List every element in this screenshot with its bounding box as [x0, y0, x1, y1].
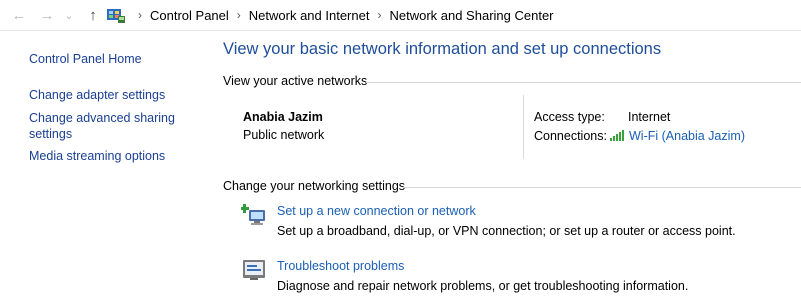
wifi-connection-link[interactable]: Wi-Fi (Anabia Jazim): [629, 129, 745, 143]
breadcrumb-network-and-internet[interactable]: Network and Internet: [249, 8, 370, 23]
access-type-value: Internet: [628, 110, 671, 124]
breadcrumb-separator: ›: [138, 8, 142, 22]
page-title: View your basic network information and …: [223, 40, 662, 58]
up-button[interactable]: ↑: [84, 5, 102, 25]
network-setup-icon: [240, 202, 269, 233]
address-bar-divider: [0, 30, 801, 31]
address-bar: ← → ⌄ ↑ › Control Panel › Network and In…: [0, 0, 801, 30]
forward-arrow-icon: →: [39, 6, 55, 24]
setup-connection-description: Set up a broadband, dial-up, or VPN conn…: [277, 224, 736, 238]
troubleshoot-problems-link[interactable]: Troubleshoot problems: [277, 259, 404, 273]
connections-label: Connections:: [534, 129, 607, 143]
troubleshoot-description: Diagnose and repair network problems, or…: [277, 279, 689, 293]
back-button[interactable]: ←: [10, 5, 28, 25]
access-type-label: Access type:: [534, 110, 605, 124]
networking-settings-heading: Change your networking settings: [223, 179, 406, 193]
sidebar-item-label: settings: [29, 127, 73, 141]
wifi-signal-icon: [609, 128, 626, 147]
breadcrumb-separator: ›: [377, 8, 382, 22]
network-type: Public network: [243, 128, 325, 142]
sidebar-item-control-panel-home[interactable]: Control Panel Home: [29, 51, 142, 67]
sidebar-item-change-advanced-sharing[interactable]: Change advanced sharing settings: [29, 110, 175, 142]
network-name: Anabia Jazim: [243, 110, 323, 124]
control-panel-icon: [106, 6, 126, 24]
chevron-down-icon: ⌄: [64, 9, 74, 22]
sidebar-item-label: Change advanced sharing: [29, 111, 175, 125]
sidebar-item-change-adapter-settings[interactable]: Change adapter settings: [29, 87, 165, 103]
back-arrow-icon: ←: [11, 6, 27, 24]
breadcrumb-network-and-sharing-center[interactable]: Network and Sharing Center: [389, 8, 553, 23]
section-divider: [403, 187, 801, 188]
breadcrumb-control-panel[interactable]: Control Panel: [150, 8, 229, 23]
sidebar-item-media-streaming-options[interactable]: Media streaming options: [29, 148, 165, 164]
recent-locations-button[interactable]: ⌄: [62, 5, 76, 25]
breadcrumb: › Control Panel › Network and Internet ›…: [106, 0, 554, 30]
section-divider: [366, 82, 801, 83]
up-arrow-icon: ↑: [89, 6, 97, 24]
breadcrumb-separator: ›: [236, 8, 241, 22]
setup-connection-link[interactable]: Set up a new connection or network: [277, 204, 476, 218]
troubleshoot-icon: [241, 258, 267, 287]
forward-button[interactable]: →: [38, 5, 56, 25]
active-networks-heading: View your active networks: [223, 74, 368, 88]
column-divider: [523, 95, 524, 159]
